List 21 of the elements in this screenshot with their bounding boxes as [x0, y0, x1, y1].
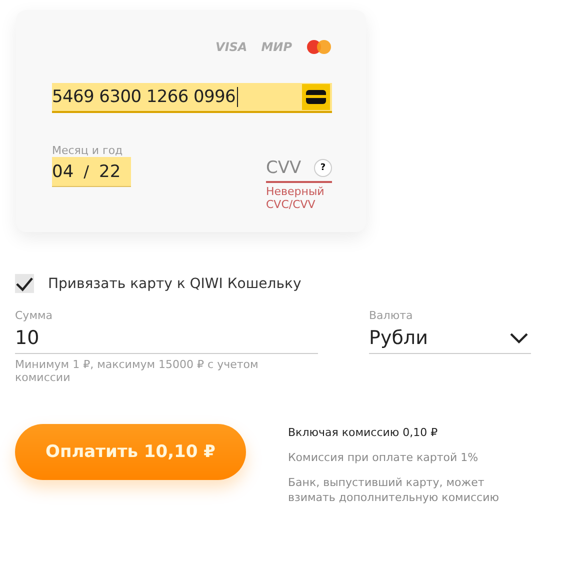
checkbox-label[interactable]: Привязать карту к QIWI Кошельку — [48, 276, 302, 292]
field-label: Валюта — [369, 309, 414, 322]
error-message: Неверный CVC/CVV — [266, 185, 326, 211]
hint-text: Минимум 1 ₽, максимум 15000 ₽ с учетом комиссии — [15, 358, 260, 384]
checkbox[interactable] — [15, 274, 34, 293]
amount-field[interactable]: 10 — [15, 323, 318, 354]
fee-note: Включая комиссию 0,10 ₽ — [288, 425, 439, 440]
currency-dropdown[interactable]: Рубли — [369, 323, 531, 354]
card-number-field[interactable]: 5469 6300 1266 0996 — [52, 83, 332, 113]
help-button[interactable]: ? — [314, 159, 332, 177]
card-icon — [302, 84, 330, 110]
expiry-field[interactable]: 04 / 22 — [52, 157, 131, 187]
brand-logo: МИР — [261, 40, 292, 54]
cvv-field[interactable]: CVV ? — [266, 155, 332, 183]
mastercard-icon — [306, 39, 332, 55]
field-label: Сумма — [15, 309, 54, 322]
fee-note: Комиссия при оплате картой 1% — [288, 450, 480, 465]
fee-note: Банк, выпустивший карту, может взимать дополнительную комиссию — [288, 475, 500, 505]
chevron-down-icon — [509, 332, 529, 344]
brand-logo: VISA — [216, 40, 248, 54]
field-label: Месяц и год — [52, 144, 124, 157]
